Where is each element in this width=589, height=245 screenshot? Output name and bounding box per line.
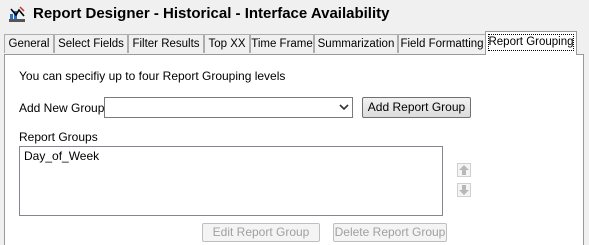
add-report-group-button[interactable]: Add Report Group	[362, 97, 471, 118]
grouping-info-text: You can specifiy up to four Report Group…	[19, 69, 286, 83]
tab-top-xx[interactable]: Top XX	[204, 34, 250, 53]
chevron-down-icon[interactable]	[339, 103, 349, 112]
tab-general[interactable]: General	[4, 34, 54, 53]
tab-time-frame[interactable]: Time Frame	[250, 34, 314, 53]
add-new-group-dropdown[interactable]	[104, 97, 353, 118]
move-up-arrow-icon[interactable]	[457, 163, 471, 177]
tab-report-grouping[interactable]: Report Grouping	[485, 31, 577, 55]
move-down-arrow-icon[interactable]	[457, 183, 471, 197]
report-groups-label: Report Groups	[19, 130, 98, 144]
report-groups-list[interactable]: Day_of_Week	[19, 146, 443, 216]
tab-summarization[interactable]: Summarization	[314, 34, 398, 53]
list-item[interactable]: Day_of_Week	[24, 149, 99, 163]
tab-select-fields[interactable]: Select Fields	[54, 34, 128, 53]
tab-field-formatting[interactable]: Field Formatting	[398, 34, 486, 53]
add-new-group-label: Add New Group	[19, 101, 105, 115]
window-title: Report Designer - Historical - Interface…	[33, 5, 390, 22]
report-designer-icon	[9, 6, 25, 22]
delete-report-group-button[interactable]: Delete Report Group	[333, 223, 447, 242]
edit-report-group-button[interactable]: Edit Report Group	[202, 223, 320, 242]
tab-filter-results[interactable]: Filter Results	[128, 34, 204, 53]
tab-strip: General Select Fields Filter Results Top…	[4, 31, 584, 55]
window-titlebar: Report Designer - Historical - Interface…	[0, 0, 589, 30]
